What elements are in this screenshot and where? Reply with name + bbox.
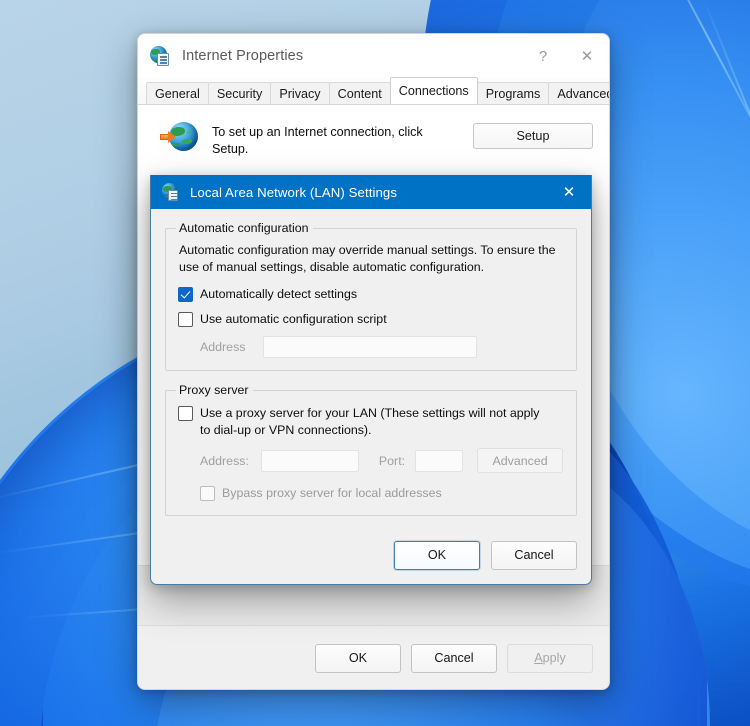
tab-privacy[interactable]: Privacy	[270, 82, 329, 104]
internet-properties-icon	[150, 45, 172, 67]
setup-description: To set up an Internet connection, click …	[212, 121, 462, 158]
tab-programs[interactable]: Programs	[477, 82, 550, 104]
lan-dialog-footer: OK Cancel	[151, 526, 591, 584]
proxy-server-group: Proxy server Use a proxy server for your…	[165, 383, 577, 516]
lan-settings-dialog: Local Area Network (LAN) Settings ✕ Auto…	[150, 175, 592, 585]
use-config-script-label: Use automatic configuration script	[200, 311, 387, 327]
use-proxy-checkbox[interactable]	[178, 406, 193, 421]
apply-button[interactable]: Apply	[507, 644, 593, 673]
use-config-script-row[interactable]: Use automatic configuration script	[178, 311, 564, 327]
apply-accesskey: A	[534, 651, 542, 665]
bypass-proxy-row[interactable]: Bypass proxy server for local addresses	[200, 485, 564, 501]
proxy-port-input[interactable]	[415, 450, 463, 472]
window-footer: OK Cancel Apply	[138, 626, 609, 690]
tab-strip: General Security Privacy Content Connect…	[138, 78, 609, 105]
auto-detect-settings-label: Automatically detect settings	[200, 286, 357, 302]
tab-general[interactable]: General	[146, 82, 209, 104]
desktop-wallpaper: Internet Properties ? ✕ General Security…	[0, 0, 750, 726]
script-address-input[interactable]	[263, 336, 477, 358]
use-config-script-checkbox[interactable]	[178, 312, 193, 327]
use-proxy-label: Use a proxy server for your LAN (These s…	[200, 405, 552, 438]
setup-button[interactable]: Setup	[473, 123, 593, 149]
lan-dialog-title: Local Area Network (LAN) Settings	[190, 185, 397, 200]
globe-arrow-icon	[160, 122, 198, 154]
tab-content[interactable]: Content	[329, 82, 391, 104]
proxy-address-label: Address:	[200, 454, 249, 468]
proxy-server-legend: Proxy server	[176, 383, 253, 397]
lan-dialog-body: Automatic configuration Automatic config…	[151, 209, 591, 516]
window-title: Internet Properties	[182, 48, 303, 64]
script-address-label: Address	[200, 340, 245, 354]
tab-security[interactable]: Security	[208, 82, 272, 104]
help-icon[interactable]: ?	[521, 34, 565, 78]
lan-ok-button[interactable]: OK	[394, 541, 480, 570]
automatic-configuration-group: Automatic configuration Automatic config…	[165, 221, 577, 371]
close-icon[interactable]: ✕	[547, 175, 591, 209]
proxy-advanced-button[interactable]: Advanced	[477, 448, 563, 473]
ok-button[interactable]: OK	[315, 644, 401, 673]
auto-detect-settings-checkbox[interactable]	[178, 287, 193, 302]
auto-detect-settings-row[interactable]: Automatically detect settings	[178, 286, 564, 302]
proxy-address-input[interactable]	[261, 450, 359, 472]
script-address-row: Address	[200, 336, 564, 358]
lan-cancel-button[interactable]: Cancel	[491, 541, 577, 570]
bypass-proxy-label: Bypass proxy server for local addresses	[222, 485, 442, 501]
automatic-configuration-legend: Automatic configuration	[176, 221, 313, 235]
bypass-proxy-checkbox[interactable]	[200, 486, 215, 501]
proxy-port-label: Port:	[379, 454, 405, 468]
setup-row: To set up an Internet connection, click …	[138, 105, 609, 158]
internet-properties-icon	[162, 183, 181, 202]
use-proxy-row[interactable]: Use a proxy server for your LAN (These s…	[178, 405, 564, 438]
cancel-button[interactable]: Cancel	[411, 644, 497, 673]
close-icon[interactable]: ✕	[565, 34, 609, 78]
window-titlebar[interactable]: Internet Properties ? ✕	[138, 34, 609, 78]
proxy-address-row: Address: Port: Advanced	[200, 448, 564, 473]
apply-label-rest: pply	[543, 651, 566, 665]
automatic-configuration-description: Automatic configuration may override man…	[179, 242, 564, 276]
lan-dialog-titlebar[interactable]: Local Area Network (LAN) Settings ✕	[151, 175, 591, 209]
tab-connections[interactable]: Connections	[390, 77, 478, 104]
tab-advanced[interactable]: Advanced	[548, 82, 610, 104]
